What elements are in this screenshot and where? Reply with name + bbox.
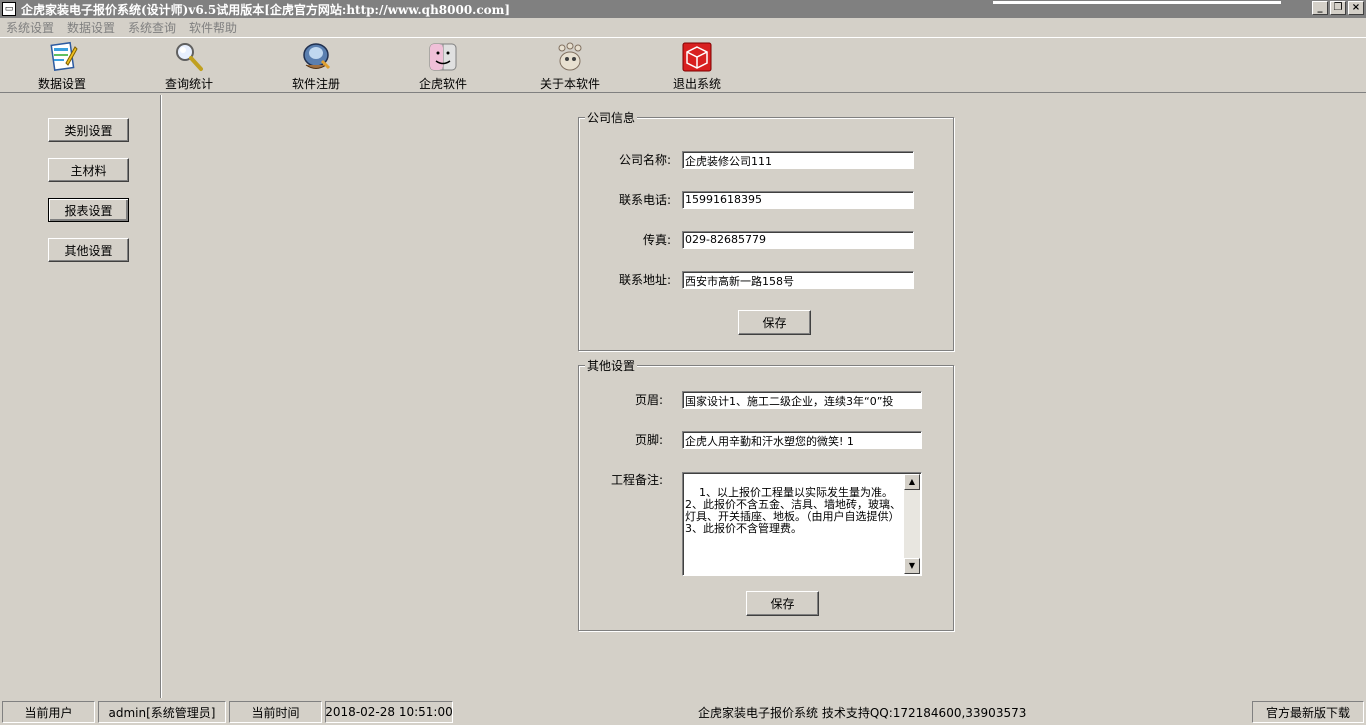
menu-data-settings[interactable]: 数据设置 [67, 19, 115, 36]
menu-system-settings[interactable]: 系统设置 [6, 19, 54, 36]
toolbar-label: 数据设置 [37, 77, 86, 91]
address-field[interactable]: 西安市高新一路158号 [682, 271, 914, 289]
header-label: 页眉: [634, 393, 663, 407]
remarks-text: 1、以上报价工程量以实际发生量为准。 2、此报价不含五金、洁具、墙地砖，玻璃、灯… [685, 486, 901, 535]
scroll-up-icon[interactable]: ▲ [904, 474, 920, 490]
other-settings-group: 其他设置 页眉: 国家设计1、施工二级企业，连续3年“0”投 页脚: 企虎人用辛… [578, 357, 954, 631]
current-time-value: 2018-02-28 10:51:00 [325, 701, 453, 723]
footer-label: 页脚: [634, 433, 663, 447]
address-label: 联系地址: [618, 273, 671, 287]
status-bar: 当前用户 admin[系统管理员] 当前时间 2018-02-28 10:51:… [0, 699, 1366, 725]
sidebar: 类别设置 主材料 报表设置 其他设置 [0, 95, 161, 698]
company-info-title: 公司信息 [585, 109, 638, 126]
overlay-popup [992, 0, 1282, 5]
fax-label: 传真: [642, 233, 671, 247]
search-stats-icon [176, 43, 203, 71]
menu-software-help[interactable]: 软件帮助 [189, 19, 237, 36]
current-time-label: 当前时间 [229, 701, 322, 723]
minimize-button[interactable]: _ [1312, 1, 1328, 15]
title-bar: ▭ 企虎家装电子报价系统(设计师)v6.5试用版本[企虎官方网站:http://… [0, 0, 1366, 18]
other-save-button[interactable]: 保存 [746, 591, 819, 616]
other-settings-title: 其他设置 [585, 357, 638, 374]
toolbar: 数据设置 查询统计 软件注册 企虎软件 关于本软件 退出系统 [0, 39, 1366, 93]
toolbar-label: 退出系统 [672, 77, 721, 91]
menu-bar: 系统设置 数据设置 系统查询 软件帮助 [0, 18, 1366, 38]
phone-label: 联系电话: [618, 193, 671, 207]
remarks-label: 工程备注: [610, 473, 663, 487]
app-icon[interactable]: ▭ [2, 2, 16, 16]
toolbar-exit-button[interactable]: 退出系统 [652, 41, 742, 92]
current-user-value: admin[系统管理员] [98, 701, 226, 723]
sidebar-other-settings-button[interactable]: 其他设置 [48, 238, 129, 262]
company-name-field[interactable]: 企虎装修公司111 [682, 151, 914, 169]
sidebar-report-settings-button[interactable]: 报表设置 [48, 198, 129, 222]
register-icon [303, 43, 331, 70]
company-name-label: 公司名称: [618, 153, 671, 167]
company-save-button[interactable]: 保存 [738, 310, 811, 335]
company-info-group: 公司信息 公司名称: 企虎装修公司111 联系电话: 15991618395 传… [578, 109, 954, 351]
toolbar-label: 企虎软件 [418, 77, 467, 91]
toolbar-label: 关于本软件 [539, 77, 600, 91]
footer-field[interactable]: 企虎人用辛勤和汗水塑您的微笑! 1 [682, 431, 922, 449]
product-support-info: 企虎家装电子报价系统 技术支持QQ:172184600,33903573 [698, 705, 1027, 720]
toolbar-qihu-software-button[interactable]: 企虎软件 [398, 41, 488, 92]
toolbar-register-button[interactable]: 软件注册 [271, 41, 361, 92]
remarks-textarea[interactable]: 1、以上报价工程量以实际发生量为准。 2、此报价不含五金、洁具、墙地砖，玻璃、灯… [682, 472, 922, 576]
restore-button[interactable]: ❐ [1330, 1, 1346, 15]
exit-cube-icon [682, 42, 712, 72]
close-button[interactable]: × [1348, 1, 1364, 15]
remarks-scrollbar[interactable]: ▲ ▼ [904, 474, 920, 574]
window-title: 企虎家装电子报价系统(设计师)v6.5试用版本[企虎官方网站:http://ww… [21, 2, 511, 17]
data-settings-icon [50, 41, 78, 71]
toolbar-label: 软件注册 [291, 77, 340, 91]
sidebar-category-settings-button[interactable]: 类别设置 [48, 118, 129, 142]
toolbar-query-stats-button[interactable]: 查询统计 [144, 41, 234, 92]
toolbar-label: 查询统计 [164, 77, 213, 91]
header-field[interactable]: 国家设计1、施工二级企业，连续3年“0”投 [682, 391, 922, 409]
fax-field[interactable]: 029-82685779 [682, 231, 914, 249]
finder-icon [429, 43, 457, 71]
download-latest-link[interactable]: 官方最新版下载 [1252, 701, 1364, 723]
phone-field[interactable]: 15991618395 [682, 191, 914, 209]
scroll-down-icon[interactable]: ▼ [904, 558, 920, 574]
gimp-icon [558, 42, 582, 71]
sidebar-main-material-button[interactable]: 主材料 [48, 158, 129, 182]
current-user-label: 当前用户 [2, 701, 95, 723]
toolbar-data-settings-button[interactable]: 数据设置 [17, 41, 107, 92]
menu-system-query[interactable]: 系统查询 [128, 19, 176, 36]
toolbar-about-button[interactable]: 关于本软件 [525, 41, 615, 92]
